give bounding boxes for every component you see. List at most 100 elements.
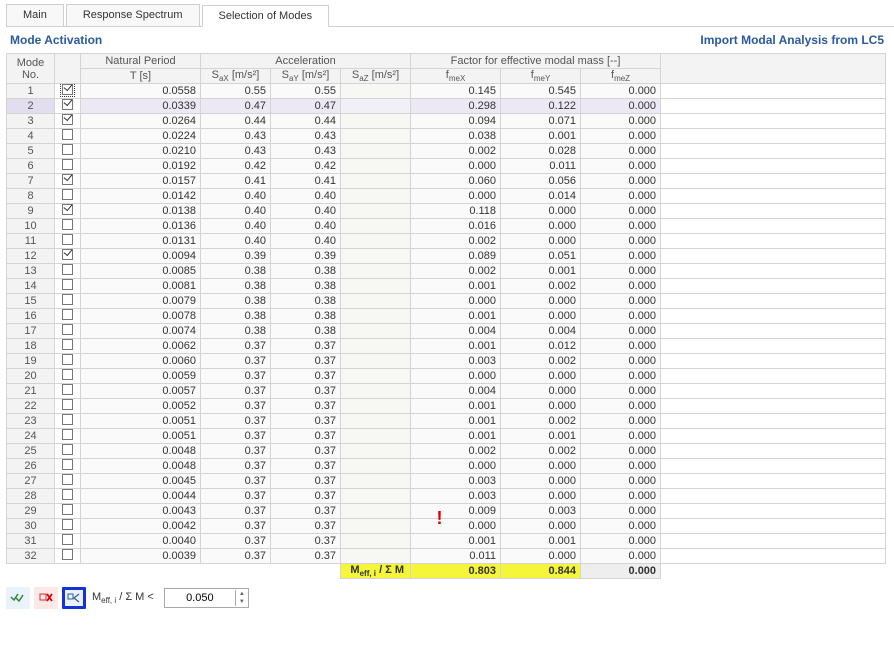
table-row[interactable]: 70.01570.410.410.0600.0560.000	[7, 174, 886, 189]
cell-say[interactable]: 0.37	[271, 474, 341, 489]
cell-fmey[interactable]: 0.000	[501, 369, 581, 384]
cell-say[interactable]: 0.37	[271, 339, 341, 354]
cell-period[interactable]: 0.0264	[81, 114, 201, 129]
cell-fmex[interactable]: 0.001	[411, 339, 501, 354]
checkbox-icon[interactable]	[62, 129, 73, 140]
deselect-all-button[interactable]	[34, 587, 58, 609]
cell-say[interactable]: 0.37	[271, 429, 341, 444]
cell-sax[interactable]: 0.37	[201, 354, 271, 369]
cell-saz[interactable]	[341, 219, 411, 234]
cell-period[interactable]: 0.0039	[81, 549, 201, 564]
cell-sax[interactable]: 0.43	[201, 129, 271, 144]
cell-fmey[interactable]: 0.122	[501, 99, 581, 114]
checkbox-icon[interactable]	[62, 294, 73, 305]
cell-say[interactable]: 0.37	[271, 489, 341, 504]
checkbox-icon[interactable]	[62, 519, 73, 530]
cell-fmez[interactable]: 0.000	[581, 249, 661, 264]
checkbox-icon[interactable]	[62, 234, 73, 245]
table-row[interactable]: 270.00450.370.370.0030.0000.000	[7, 474, 886, 489]
cell-fmez[interactable]: 0.000	[581, 219, 661, 234]
cell-say[interactable]: 0.42	[271, 159, 341, 174]
cell-fmez[interactable]: 0.000	[581, 534, 661, 549]
cell-say[interactable]: 0.37	[271, 414, 341, 429]
cell-say[interactable]: 0.37	[271, 354, 341, 369]
cell-sax[interactable]: 0.55	[201, 84, 271, 99]
table-row[interactable]: 300.00420.370.37!0.0000.0000.000	[7, 519, 886, 534]
cell-saz[interactable]	[341, 384, 411, 399]
cell-saz[interactable]	[341, 174, 411, 189]
cell-sax[interactable]: 0.37	[201, 444, 271, 459]
cell-checkbox[interactable]	[55, 219, 81, 234]
cell-fmex[interactable]: 0.001	[411, 309, 501, 324]
cell-saz[interactable]	[341, 549, 411, 564]
cell-fmex[interactable]: 0.000	[411, 459, 501, 474]
table-row[interactable]: 160.00780.380.380.0010.0000.000	[7, 309, 886, 324]
cell-sax[interactable]: 0.41	[201, 174, 271, 189]
cell-fmey[interactable]: 0.056	[501, 174, 581, 189]
cell-fmey[interactable]: 0.051	[501, 249, 581, 264]
cell-period[interactable]: 0.0131	[81, 234, 201, 249]
cell-saz[interactable]	[341, 84, 411, 99]
cell-sax[interactable]: 0.37	[201, 519, 271, 534]
cell-sax[interactable]: 0.37	[201, 474, 271, 489]
cell-saz[interactable]	[341, 159, 411, 174]
cell-fmey[interactable]: 0.000	[501, 399, 581, 414]
cell-checkbox[interactable]	[55, 324, 81, 339]
table-row[interactable]: 80.01420.400.400.0000.0140.000	[7, 189, 886, 204]
table-row[interactable]: 200.00590.370.370.0000.0000.000	[7, 369, 886, 384]
checkbox-icon[interactable]	[62, 414, 73, 425]
cell-saz[interactable]	[341, 294, 411, 309]
cell-saz[interactable]	[341, 114, 411, 129]
cell-fmey[interactable]: 0.028	[501, 144, 581, 159]
cell-fmey[interactable]: 0.000	[501, 474, 581, 489]
cell-fmex[interactable]: 0.000	[411, 189, 501, 204]
cell-saz[interactable]	[341, 324, 411, 339]
cell-say[interactable]: 0.40	[271, 189, 341, 204]
cell-checkbox[interactable]	[55, 174, 81, 189]
cell-fmex[interactable]: 0.089	[411, 249, 501, 264]
cell-fmey[interactable]: 0.000	[501, 294, 581, 309]
cell-sax[interactable]: 0.37	[201, 549, 271, 564]
cell-sax[interactable]: 0.37	[201, 459, 271, 474]
cell-sax[interactable]: 0.37	[201, 429, 271, 444]
cell-saz[interactable]	[341, 444, 411, 459]
cell-say[interactable]: 0.43	[271, 144, 341, 159]
table-row[interactable]: 40.02240.430.430.0380.0010.000	[7, 129, 886, 144]
cell-fmey[interactable]: 0.545	[501, 84, 581, 99]
cell-saz[interactable]	[341, 429, 411, 444]
cell-fmez[interactable]: 0.000	[581, 174, 661, 189]
cell-say[interactable]: 0.40	[271, 234, 341, 249]
cell-period[interactable]: 0.0142	[81, 189, 201, 204]
cell-period[interactable]: 0.0078	[81, 309, 201, 324]
table-row[interactable]: 240.00510.370.370.0010.0010.000	[7, 429, 886, 444]
checkbox-icon[interactable]	[62, 489, 73, 500]
cell-sax[interactable]: 0.40	[201, 234, 271, 249]
cell-fmey[interactable]: 0.000	[501, 234, 581, 249]
cell-sax[interactable]: 0.40	[201, 204, 271, 219]
cell-period[interactable]: 0.0042	[81, 519, 201, 534]
cell-say[interactable]: 0.38	[271, 279, 341, 294]
cell-period[interactable]: 0.0079	[81, 294, 201, 309]
cell-fmex[interactable]: 0.004	[411, 384, 501, 399]
cell-fmex[interactable]: 0.009	[411, 504, 501, 519]
cell-fmex[interactable]: 0.038	[411, 129, 501, 144]
cell-sax[interactable]: 0.44	[201, 114, 271, 129]
cell-fmex[interactable]: 0.000	[411, 369, 501, 384]
cell-fmex[interactable]: 0.060	[411, 174, 501, 189]
table-row[interactable]: 230.00510.370.370.0010.0020.000	[7, 414, 886, 429]
checkbox-icon[interactable]	[62, 189, 73, 200]
cell-fmez[interactable]: 0.000	[581, 414, 661, 429]
cell-sax[interactable]: 0.38	[201, 279, 271, 294]
cell-checkbox[interactable]	[55, 519, 81, 534]
cell-saz[interactable]	[341, 369, 411, 384]
cell-say[interactable]: 0.37	[271, 549, 341, 564]
cell-sax[interactable]: 0.42	[201, 159, 271, 174]
cell-fmex[interactable]: !0.000	[411, 519, 501, 534]
cell-sax[interactable]: 0.37	[201, 414, 271, 429]
cell-checkbox[interactable]	[55, 489, 81, 504]
cell-say[interactable]: 0.39	[271, 249, 341, 264]
cell-saz[interactable]	[341, 459, 411, 474]
cell-period[interactable]: 0.0051	[81, 429, 201, 444]
cell-period[interactable]: 0.0085	[81, 264, 201, 279]
table-row[interactable]: 10.05580.550.550.1450.5450.000	[7, 84, 886, 99]
